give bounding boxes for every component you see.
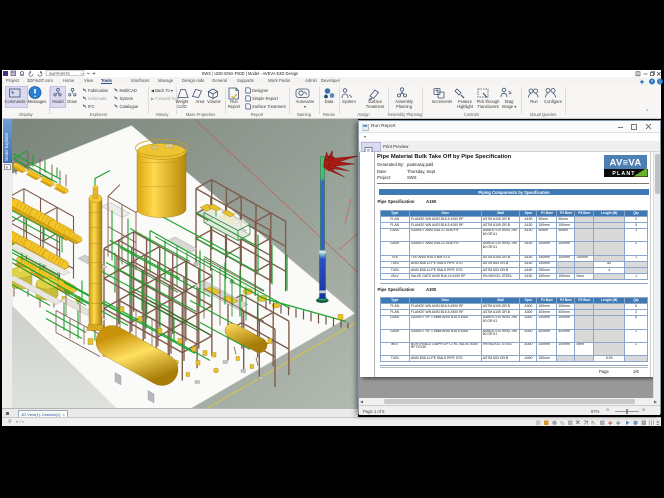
svg-text:SUPPORTS: SUPPORTS — [49, 72, 70, 76]
svg-text:%: % — [560, 421, 565, 426]
svg-text:i: i — [660, 79, 661, 84]
svg-text:PLANT: PLANT — [612, 171, 635, 177]
svg-text:AV≡VA: AV≡VA — [609, 158, 641, 169]
